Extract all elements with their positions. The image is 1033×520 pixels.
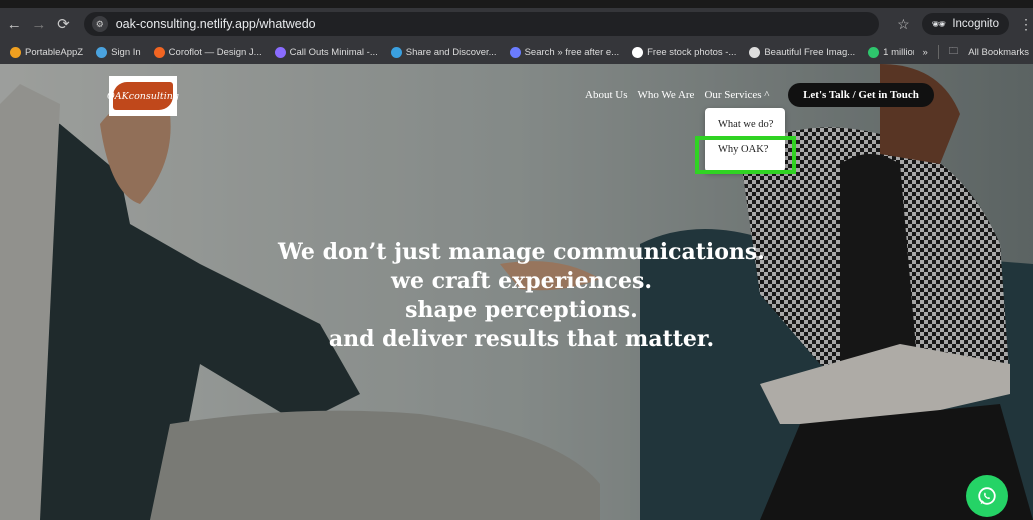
bookmark-item[interactable]: Search » free after e... [509, 46, 620, 58]
bookmark-label: Share and Discover... [405, 46, 497, 58]
bookmark-item[interactable]: Free stock photos -... [632, 46, 737, 58]
coroflot-icon [153, 46, 165, 58]
headline-line-3: shape perceptions. [405, 297, 638, 323]
bookmark-item[interactable]: Sign In [96, 46, 141, 58]
site-info-icon[interactable]: ⚙ [91, 16, 108, 32]
hero-headline: We don’t just manage communications. we … [0, 238, 1033, 354]
pexels-icon [632, 46, 644, 58]
nav-our-services[interactable]: Our Services ^ [704, 89, 769, 101]
lets-talk-button[interactable]: Let's Talk / Get in Touch [788, 83, 934, 107]
incognito-label: Incognito [952, 18, 1000, 30]
highlight-box [695, 136, 796, 174]
bookmarks-separator [937, 45, 939, 59]
site-nav: About Us Who We Are Our Services ^ [585, 89, 769, 101]
bookmark-item[interactable]: Share and Discover... [390, 46, 497, 58]
whatsapp-button[interactable] [966, 475, 1008, 517]
bookmark-item[interactable]: Coroflot — Design J... [153, 46, 262, 58]
pixabay-icon [868, 46, 880, 58]
dropdown-item-what-we-do[interactable]: What we do? [718, 119, 773, 130]
page-viewport: OAKconsulting About Us Who We Are Our Se… [0, 64, 1033, 520]
bookmark-label: Free stock photos -... [647, 46, 737, 58]
folder-icon: 🗀 [948, 46, 959, 57]
all-bookmarks-button[interactable]: All Bookmarks [968, 47, 1029, 58]
incognito-icon: 🕶 [931, 19, 947, 31]
headline-line-2: we craft experiences. [391, 268, 652, 294]
bookmarks-bar: PortableAppZ Sign In Coroflot — Design J… [0, 40, 1033, 64]
forward-arrow-icon[interactable]: → [29, 13, 50, 35]
bookmark-label: Coroflot — Design J... [168, 46, 262, 58]
nav-about-us[interactable]: About Us [585, 89, 627, 101]
bookmarks-overflow-button[interactable]: » [922, 47, 927, 58]
bookmark-star-icon[interactable]: ☆ [897, 16, 910, 33]
browser-toolbar: ← → ⟳ ⚙ oak-consulting.netlify.app/whatw… [0, 8, 1033, 40]
incognito-badge[interactable]: 🕶 Incognito [921, 13, 1010, 35]
reload-icon[interactable]: ⟳ [53, 13, 74, 35]
callouts-icon [274, 46, 286, 58]
unsplash-icon [749, 46, 761, 58]
url-text: oak-consulting.netlify.app/whatwedo [115, 17, 316, 31]
bookmarks-right: » 🗀 All Bookmarks [914, 40, 1033, 64]
back-arrow-icon[interactable]: ← [4, 13, 25, 35]
bookmark-item[interactable]: PortableAppZ [10, 46, 84, 58]
bookmark-label: Sign In [111, 46, 141, 58]
bookmark-item[interactable]: Beautiful Free Imag... [749, 46, 856, 58]
menu-dots-icon[interactable]: ⋮ [1019, 16, 1033, 33]
bookmark-item[interactable]: Call Outs Minimal -... [274, 46, 378, 58]
browser-top-strip [0, 0, 1033, 8]
share-icon [390, 46, 402, 58]
address-bar[interactable]: ⚙ oak-consulting.netlify.app/whatwedo [83, 12, 880, 36]
bookmark-label: Search » free after e... [524, 46, 620, 58]
bookmark-label: Call Outs Minimal -... [289, 46, 378, 58]
headline-line-1: We don’t just manage communications. [278, 239, 765, 265]
headline-line-4: and deliver results that matter. [328, 326, 715, 352]
signin-icon [96, 46, 108, 58]
search-site-icon [509, 46, 521, 58]
bookmark-label: PortableAppZ [25, 46, 84, 58]
site-logo[interactable]: OAKconsulting [107, 76, 179, 116]
nav-who-we-are[interactable]: Who We Are [637, 89, 694, 101]
portableapps-icon [10, 46, 21, 58]
whatsapp-icon [978, 487, 996, 505]
oak-logo-mark: OAKconsulting [107, 82, 179, 110]
bookmark-label: Beautiful Free Imag... [764, 46, 856, 58]
